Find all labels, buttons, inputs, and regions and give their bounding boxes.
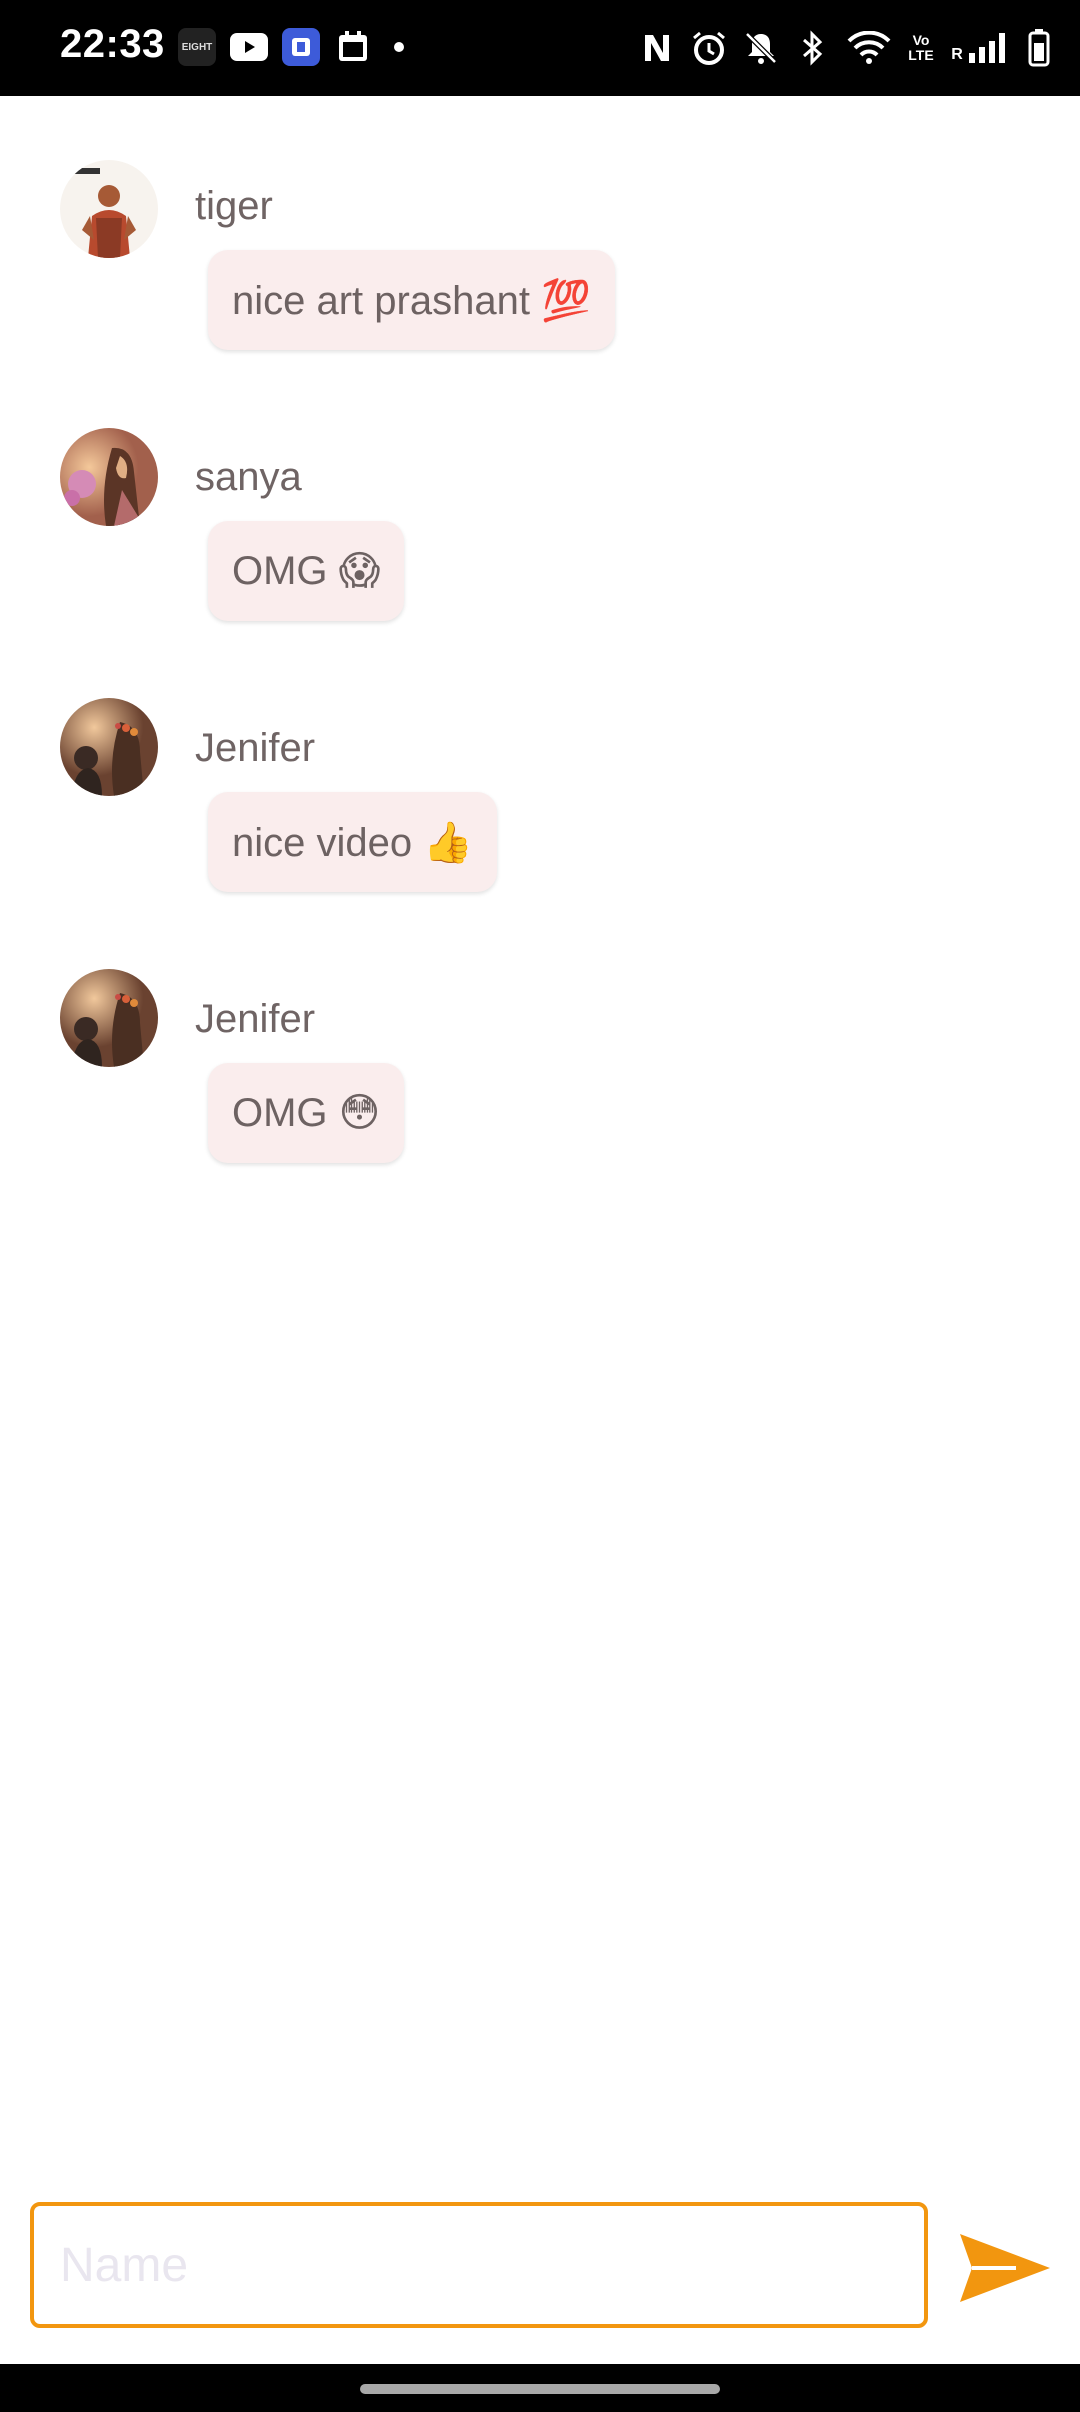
youtube-icon [230, 28, 268, 66]
bell-off-icon [742, 26, 780, 70]
eight-app-label: EIGHT [181, 41, 213, 53]
avatar[interactable] [60, 969, 158, 1067]
send-button[interactable] [956, 2220, 1052, 2316]
bank-app-icon [282, 28, 320, 66]
send-icon [960, 2234, 1050, 2302]
avatar[interactable] [60, 160, 158, 258]
signal-icon: R [950, 26, 1012, 70]
notification-icons: EIGHT [178, 28, 404, 66]
navigation-bar [0, 2364, 1080, 2412]
message-bubble: OMG 😳 [208, 1063, 405, 1163]
message-input[interactable] [34, 2206, 924, 2324]
avatar[interactable] [60, 698, 158, 796]
dot-icon [394, 42, 404, 52]
calendar-app-icon [334, 28, 372, 66]
message-bubble: nice video 👍 [208, 792, 498, 892]
status-bar: 22:33 EIGHT Vo LTE R [0, 0, 1080, 96]
message-bubble: nice art prashant 💯 [208, 250, 615, 350]
battery-icon [1026, 26, 1052, 70]
bluetooth-icon [794, 26, 832, 70]
message-bubble: OMG 😱 [208, 521, 405, 621]
avatar[interactable] [60, 428, 158, 526]
alarm-icon [690, 26, 728, 70]
message-input-container[interactable] [30, 2202, 928, 2328]
volte-icon: Vo LTE [906, 26, 936, 70]
username: sanya [195, 455, 302, 499]
username: tiger [195, 184, 273, 228]
username: Jenifer [195, 997, 316, 1041]
eight-app-icon: EIGHT [178, 28, 216, 66]
username: Jenifer [195, 726, 316, 770]
wifi-icon [846, 26, 892, 70]
nfc-icon [638, 26, 676, 70]
volte-label: Vo LTE [908, 32, 934, 63]
roaming-label: R [951, 46, 963, 63]
system-icons: Vo LTE R [638, 26, 1052, 70]
home-gesture-handle[interactable] [360, 2384, 720, 2394]
status-time: 22:33 [60, 22, 165, 66]
